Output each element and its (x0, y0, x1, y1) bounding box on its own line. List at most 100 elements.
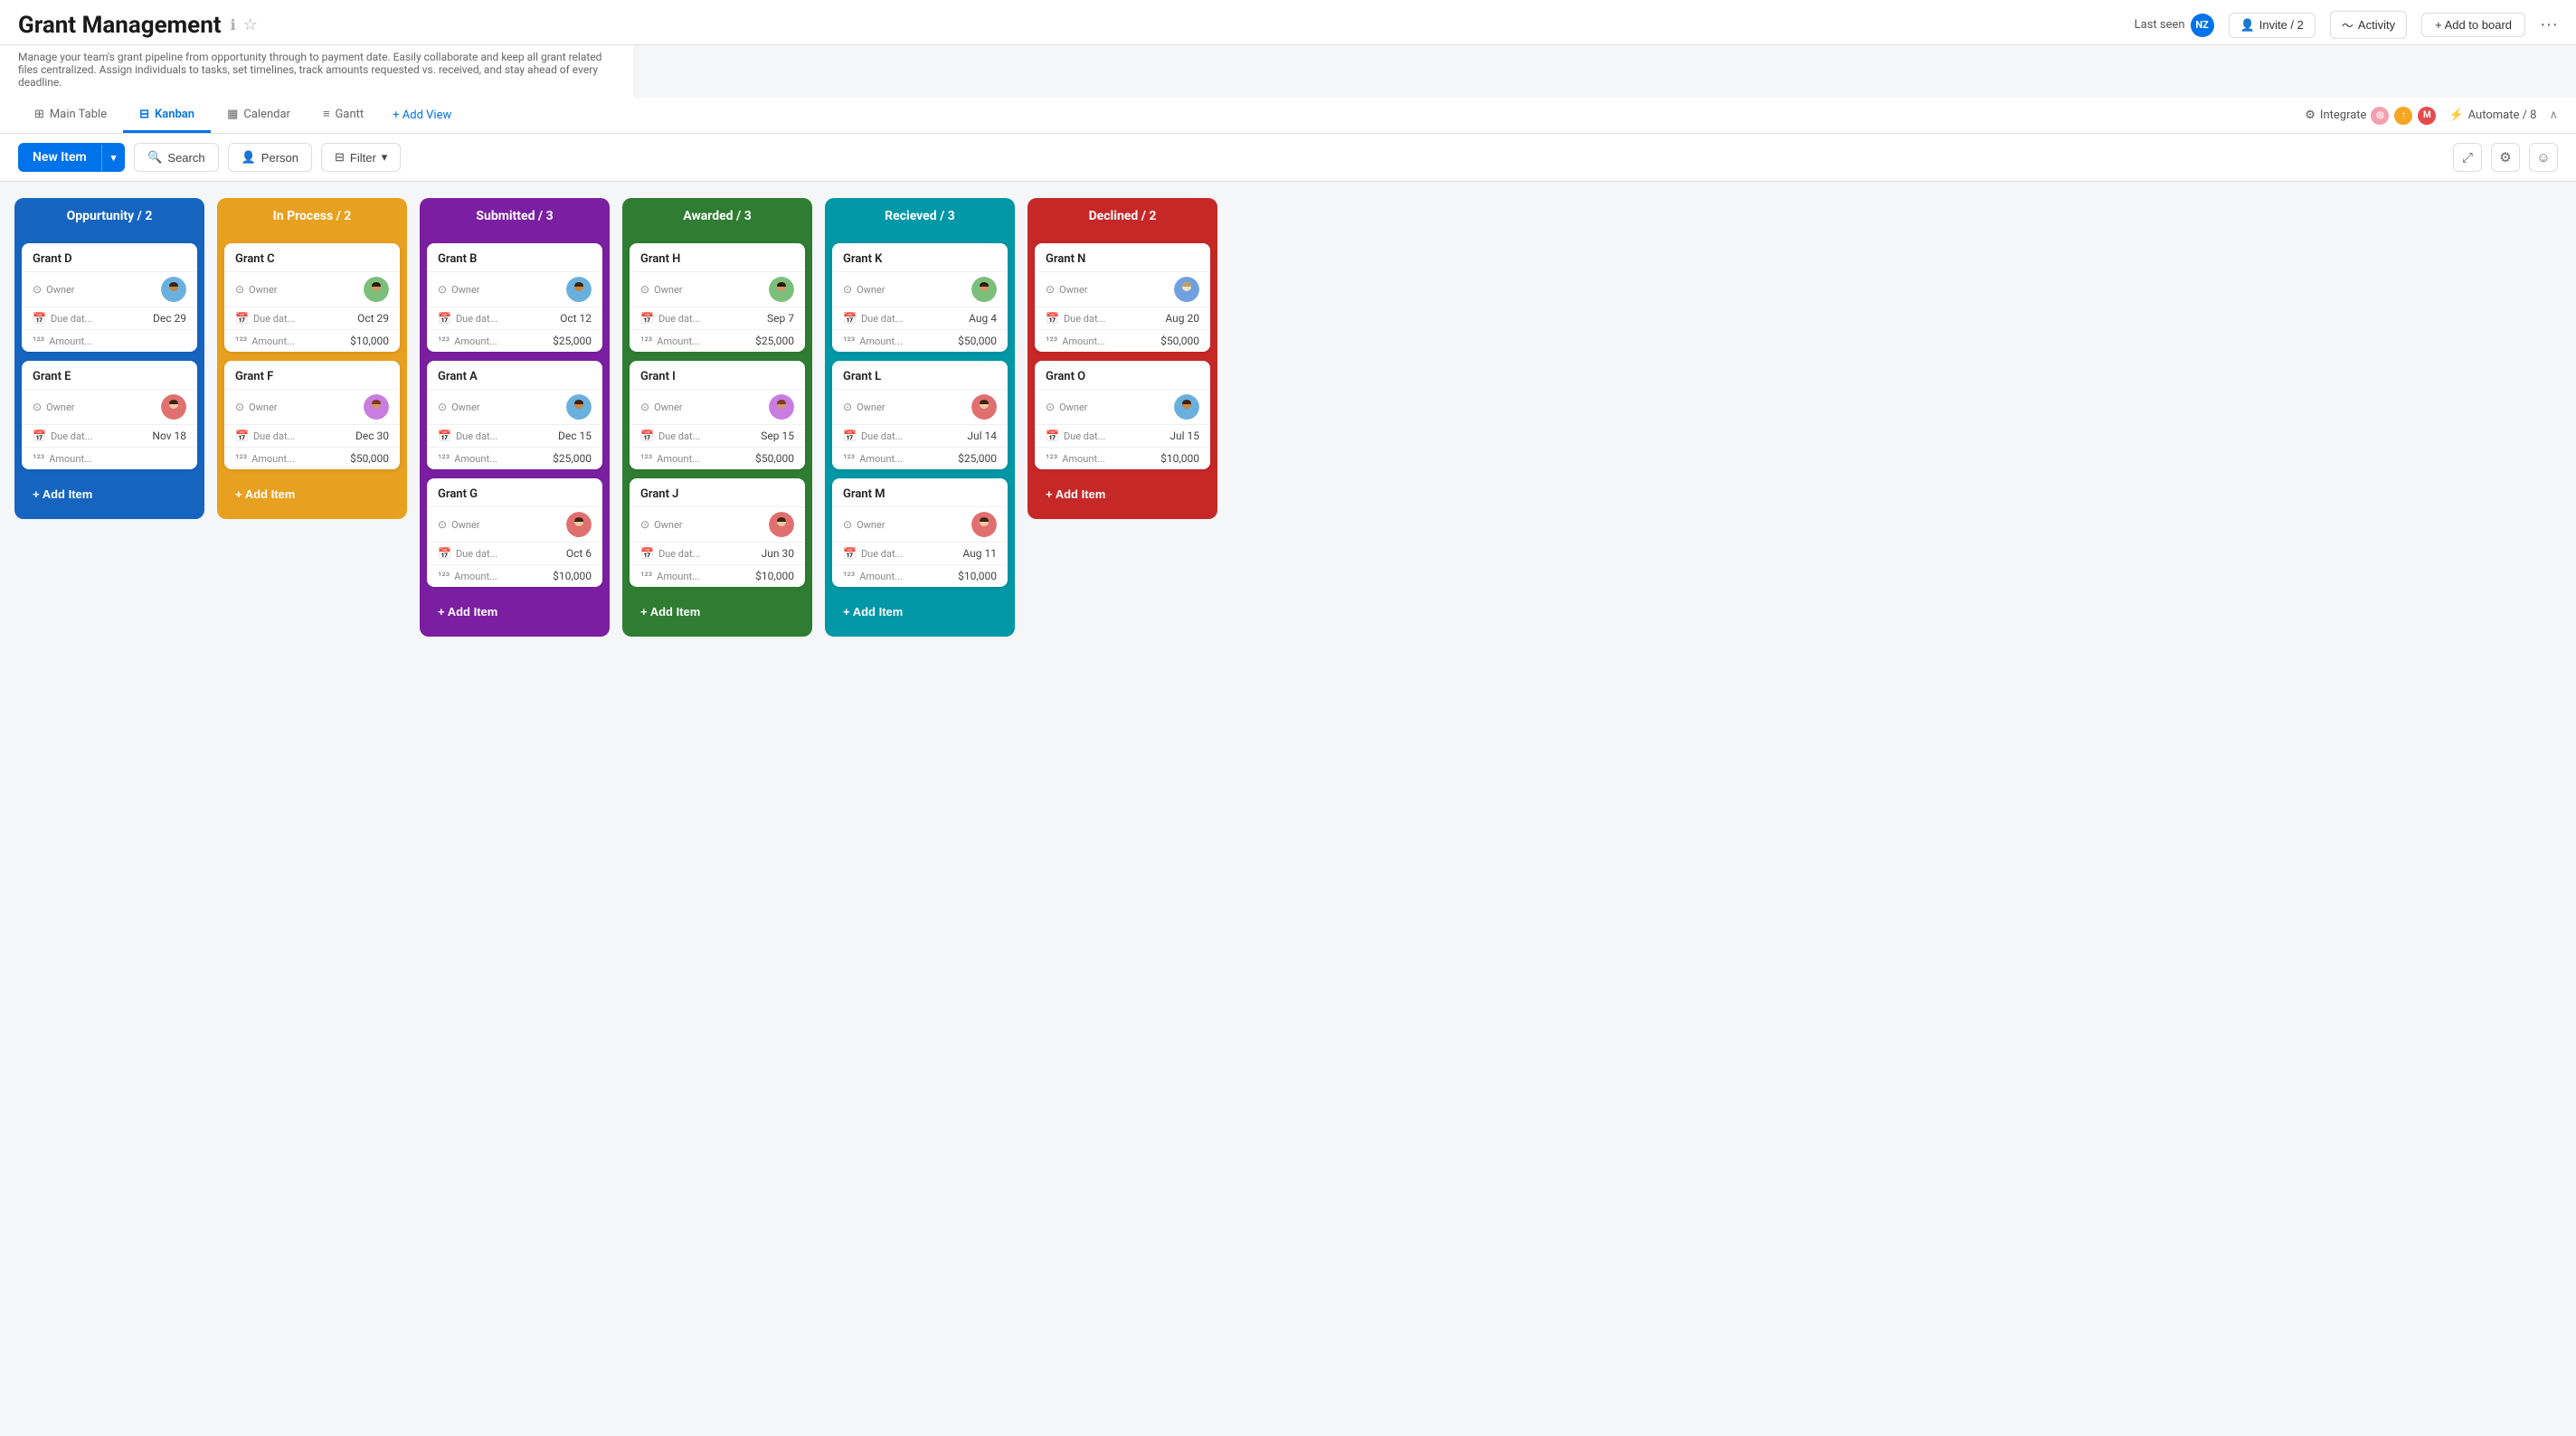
gantt-label: Gantt (336, 108, 365, 121)
card-amount-field: ¹²³ Amount... $10,000 (1035, 447, 1210, 469)
kanban-card[interactable]: Grant B ⊙ Owner 📅 Due dat... Oct 12 ¹²³ … (427, 243, 602, 352)
person-button[interactable]: 👤 Person (228, 143, 312, 172)
activity-button[interactable]: 〜 Activity (2330, 11, 2407, 39)
kanban-card[interactable]: Grant L ⊙ Owner 📅 Due dat... Jul 14 ¹²³ … (832, 361, 1008, 469)
kanban-card[interactable]: Grant I ⊙ Owner 📅 Due dat... Sep 15 ¹²³ … (630, 361, 805, 469)
amount-text: Amount... (49, 335, 92, 347)
card-due-date-field: 📅 Due dat... Aug 11 (832, 542, 1008, 564)
kanban-card[interactable]: Grant H ⊙ Owner 📅 Due dat... Sep 7 ¹²³ A… (630, 243, 805, 352)
integrate-icon: ⚙ (2305, 109, 2316, 122)
kanban-card[interactable]: Grant F ⊙ Owner 📅 Due dat... Dec 30 ¹²³ … (224, 361, 400, 469)
last-seen-avatar: NZ (2191, 14, 2214, 37)
owner-text: Owner (46, 284, 74, 296)
search-icon: 🔍 (147, 150, 162, 165)
add-item-button-opportunity[interactable]: + Add Item (22, 478, 197, 510)
calendar-icon: ▦ (227, 108, 238, 121)
collapse-button[interactable]: ∧ (2549, 109, 2558, 122)
tab-gantt[interactable]: ≡ Gantt (307, 98, 380, 133)
kanban-card[interactable]: Grant D ⊙ Owner 📅 Due dat... Dec 29 ¹²³ … (22, 243, 197, 352)
kanban-card[interactable]: Grant N ⊙ Owner 📅 Due dat... Aug 20 ¹²³ … (1035, 243, 1210, 352)
add-to-board-button[interactable]: + Add to board (2421, 13, 2525, 37)
kanban-card[interactable]: Grant K ⊙ Owner 📅 Due dat... Aug 4 ¹²³ A… (832, 243, 1008, 352)
tab-kanban[interactable]: ⊟ Kanban (123, 98, 211, 133)
kanban-card[interactable]: Grant O ⊙ Owner 📅 Due dat... Jul 15 ¹²³ … (1035, 361, 1210, 469)
toolbar: New Item ▾ 🔍 Search 👤 Person ⊟ Filter ▾ … (0, 134, 2576, 182)
kanban-card[interactable]: Grant J ⊙ Owner 📅 Due dat... Jun 30 ¹²³ … (630, 478, 805, 587)
add-item-button-submitted[interactable]: + Add Item (427, 596, 602, 628)
add-item-button-declined[interactable]: + Add Item (1035, 478, 1210, 510)
owner-icon: ⊙ (235, 401, 244, 413)
amount-label: ¹²³ Amount... (640, 452, 706, 465)
amount-label: ¹²³ Amount... (1046, 452, 1111, 465)
invite-button[interactable]: 👤 Invite / 2 (2229, 13, 2316, 38)
new-item-button[interactable]: New Item ▾ (18, 143, 125, 172)
filter-chevron-icon: ▾ (382, 150, 388, 165)
due-date-text: Due dat... (658, 313, 700, 325)
column-body-declined: Grant N ⊙ Owner 📅 Due dat... Aug 20 ¹²³ … (1028, 234, 1217, 519)
add-item-button-awarded[interactable]: + Add Item (630, 596, 805, 628)
amount-text: Amount... (859, 335, 903, 347)
card-owner-field: ⊙ Owner (427, 271, 602, 307)
kanban-card[interactable]: Grant M ⊙ Owner 📅 Due dat... Aug 11 ¹²³ … (832, 478, 1008, 587)
kanban-column-opportunity: Oppurtunity / 2Grant D ⊙ Owner 📅 Due dat… (14, 198, 204, 519)
card-due-date-field: 📅 Due dat... Jul 14 (832, 424, 1008, 447)
number-icon: ¹²³ (640, 570, 652, 582)
card-due-date-field: 📅 Due dat... Sep 7 (630, 307, 805, 329)
kanban-card[interactable]: Grant E ⊙ Owner 📅 Due dat... Nov 18 ¹²³ … (22, 361, 197, 469)
calendar-icon: 📅 (438, 312, 451, 325)
settings-button[interactable]: ⚙ (2491, 143, 2520, 172)
card-amount-field: ¹²³ Amount... $50,000 (832, 329, 1008, 352)
more-options-button[interactable]: ··· (2540, 14, 2558, 35)
column-header-received: Recieved / 3 (825, 198, 1015, 234)
amount-value: $10,000 (915, 570, 997, 582)
tabs-left: ⊞ Main Table ⊟ Kanban ▦ Calendar ≡ Gantt… (18, 98, 464, 133)
number-icon: ¹²³ (1046, 335, 1057, 347)
tab-main-table[interactable]: ⊞ Main Table (18, 98, 123, 133)
invite-icon: 👤 (2240, 18, 2255, 33)
calendar-icon: 📅 (640, 312, 654, 325)
column-header-submitted: Submitted / 3 (420, 198, 610, 234)
tab-calendar[interactable]: ▦ Calendar (211, 98, 307, 133)
card-title: Grant A (427, 361, 602, 389)
number-icon: ¹²³ (843, 452, 855, 465)
owner-avatar (566, 394, 592, 420)
kanban-card[interactable]: Grant C ⊙ Owner 📅 Due dat... Oct 29 ¹²³ … (224, 243, 400, 352)
card-owner-field: ⊙ Owner (630, 271, 805, 307)
amount-label: ¹²³ Amount... (640, 570, 706, 582)
last-seen: Last seen NZ (2135, 14, 2214, 37)
emoji-button[interactable]: ☺ (2529, 143, 2558, 172)
invite-label: Invite / 2 (2259, 18, 2304, 32)
amount-value: $50,000 (1118, 335, 1199, 347)
due-date-text: Due dat... (51, 430, 92, 442)
filter-button[interactable]: ⊟ Filter ▾ (321, 143, 401, 172)
due-date-value: Aug 20 (1118, 312, 1199, 325)
expand-button[interactable]: ⤢ (2453, 143, 2482, 172)
new-item-caret-icon[interactable]: ▾ (101, 145, 126, 171)
card-amount-field: ¹²³ Amount... (22, 329, 197, 352)
number-icon: ¹²³ (33, 452, 44, 465)
due-date-text: Due dat... (253, 313, 295, 325)
add-item-button-in-process[interactable]: + Add Item (224, 478, 400, 510)
search-button[interactable]: 🔍 Search (134, 143, 218, 172)
calendar-icon: 📅 (1046, 430, 1059, 442)
due-date-label: 📅 Due dat... (438, 312, 503, 325)
number-icon: ¹²³ (843, 335, 855, 347)
add-view-button[interactable]: + Add View (380, 98, 464, 133)
amount-value: $25,000 (510, 335, 592, 347)
filter-icon: ⊟ (335, 150, 345, 165)
automate-button[interactable]: ⚡ Automate / 8 (2448, 109, 2536, 122)
info-icon[interactable]: ℹ (231, 16, 236, 33)
owner-label: ⊙ Owner (235, 283, 300, 296)
add-item-button-received[interactable]: + Add Item (832, 596, 1008, 628)
new-item-label: New Item (18, 143, 101, 172)
kanban-card[interactable]: Grant A ⊙ Owner 📅 Due dat... Dec 15 ¹²³ … (427, 361, 602, 469)
integrate-button[interactable]: ⚙ Integrate ◎ ↑ M (2305, 107, 2436, 125)
top-bar: Grant Management ℹ ☆ Last seen NZ 👤 Invi… (0, 0, 2576, 45)
owner-label: ⊙ Owner (438, 283, 503, 296)
number-icon: ¹²³ (438, 335, 450, 347)
card-amount-field: ¹²³ Amount... (22, 447, 197, 469)
kanban-card[interactable]: Grant G ⊙ Owner 📅 Due dat... Oct 6 ¹²³ A… (427, 478, 602, 587)
top-bar-right: Last seen NZ 👤 Invite / 2 〜 Activity + A… (2135, 11, 2558, 39)
star-icon[interactable]: ☆ (243, 15, 258, 34)
owner-text: Owner (857, 284, 885, 296)
